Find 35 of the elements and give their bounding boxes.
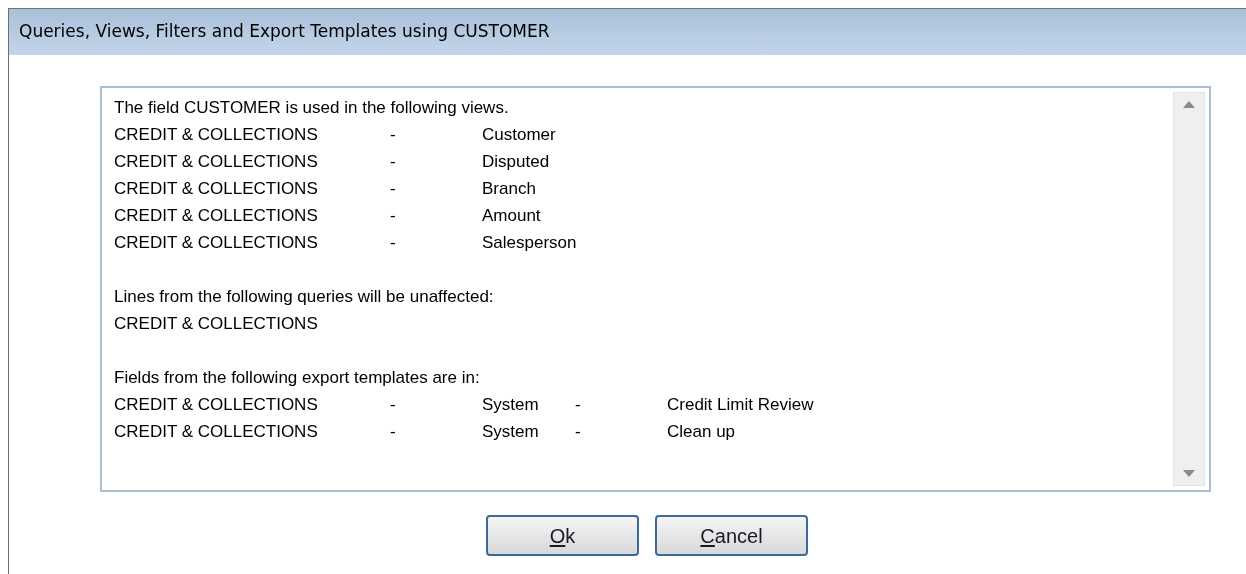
scroll-down-icon[interactable] bbox=[1183, 470, 1195, 477]
text-cell: Amount bbox=[482, 206, 541, 225]
text-cell: - bbox=[390, 179, 396, 198]
text-cell: Credit Limit Review bbox=[667, 395, 814, 414]
text-cell: - bbox=[390, 422, 396, 441]
text-cell: CREDIT & COLLECTIONS bbox=[114, 179, 318, 198]
text-line: The field CUSTOMER is used in the following views. bbox=[114, 97, 509, 119]
text-cell: Clean up bbox=[667, 422, 736, 441]
text-line: Lines from the following queries will be unaffected: bbox=[114, 286, 494, 308]
text-cell: CREDIT & COLLECTIONS bbox=[114, 422, 318, 441]
text-cell: - bbox=[390, 395, 396, 414]
text-cell: CREDIT & COLLECTIONS bbox=[114, 152, 318, 171]
text-cell: CREDIT & COLLECTIONS bbox=[114, 206, 318, 225]
text-cell: CREDIT & COLLECTIONS bbox=[114, 125, 318, 144]
text-cell: - bbox=[390, 206, 396, 225]
text-cell: System bbox=[482, 422, 539, 441]
text-cell: - bbox=[575, 395, 581, 414]
scrollbar[interactable] bbox=[1173, 92, 1205, 486]
text-cell: - bbox=[390, 233, 396, 252]
text-cell: System bbox=[482, 395, 539, 414]
text-cell: - bbox=[390, 125, 396, 144]
cancel-button[interactable]: Cancel bbox=[655, 515, 808, 556]
text-cell: - bbox=[390, 152, 396, 171]
text-cell: - bbox=[575, 422, 581, 441]
text-cell: Customer bbox=[482, 125, 556, 144]
text-line: Fields from the following export templates are in: bbox=[114, 367, 480, 389]
text-cell: CREDIT & COLLECTIONS bbox=[114, 395, 318, 414]
text-cell: CREDIT & COLLECTIONS bbox=[114, 233, 318, 252]
ok-button[interactable]: Ok bbox=[486, 515, 639, 556]
window-title: Queries, Views, Filters and Export Templates using CUSTOMER bbox=[19, 20, 550, 44]
text-cell: CREDIT & COLLECTIONS bbox=[114, 314, 318, 333]
text-cell: Salesperson bbox=[482, 233, 577, 252]
scroll-up-icon[interactable] bbox=[1183, 101, 1195, 108]
text-cell: Disputed bbox=[482, 152, 550, 171]
text-cell: Branch bbox=[482, 179, 536, 198]
